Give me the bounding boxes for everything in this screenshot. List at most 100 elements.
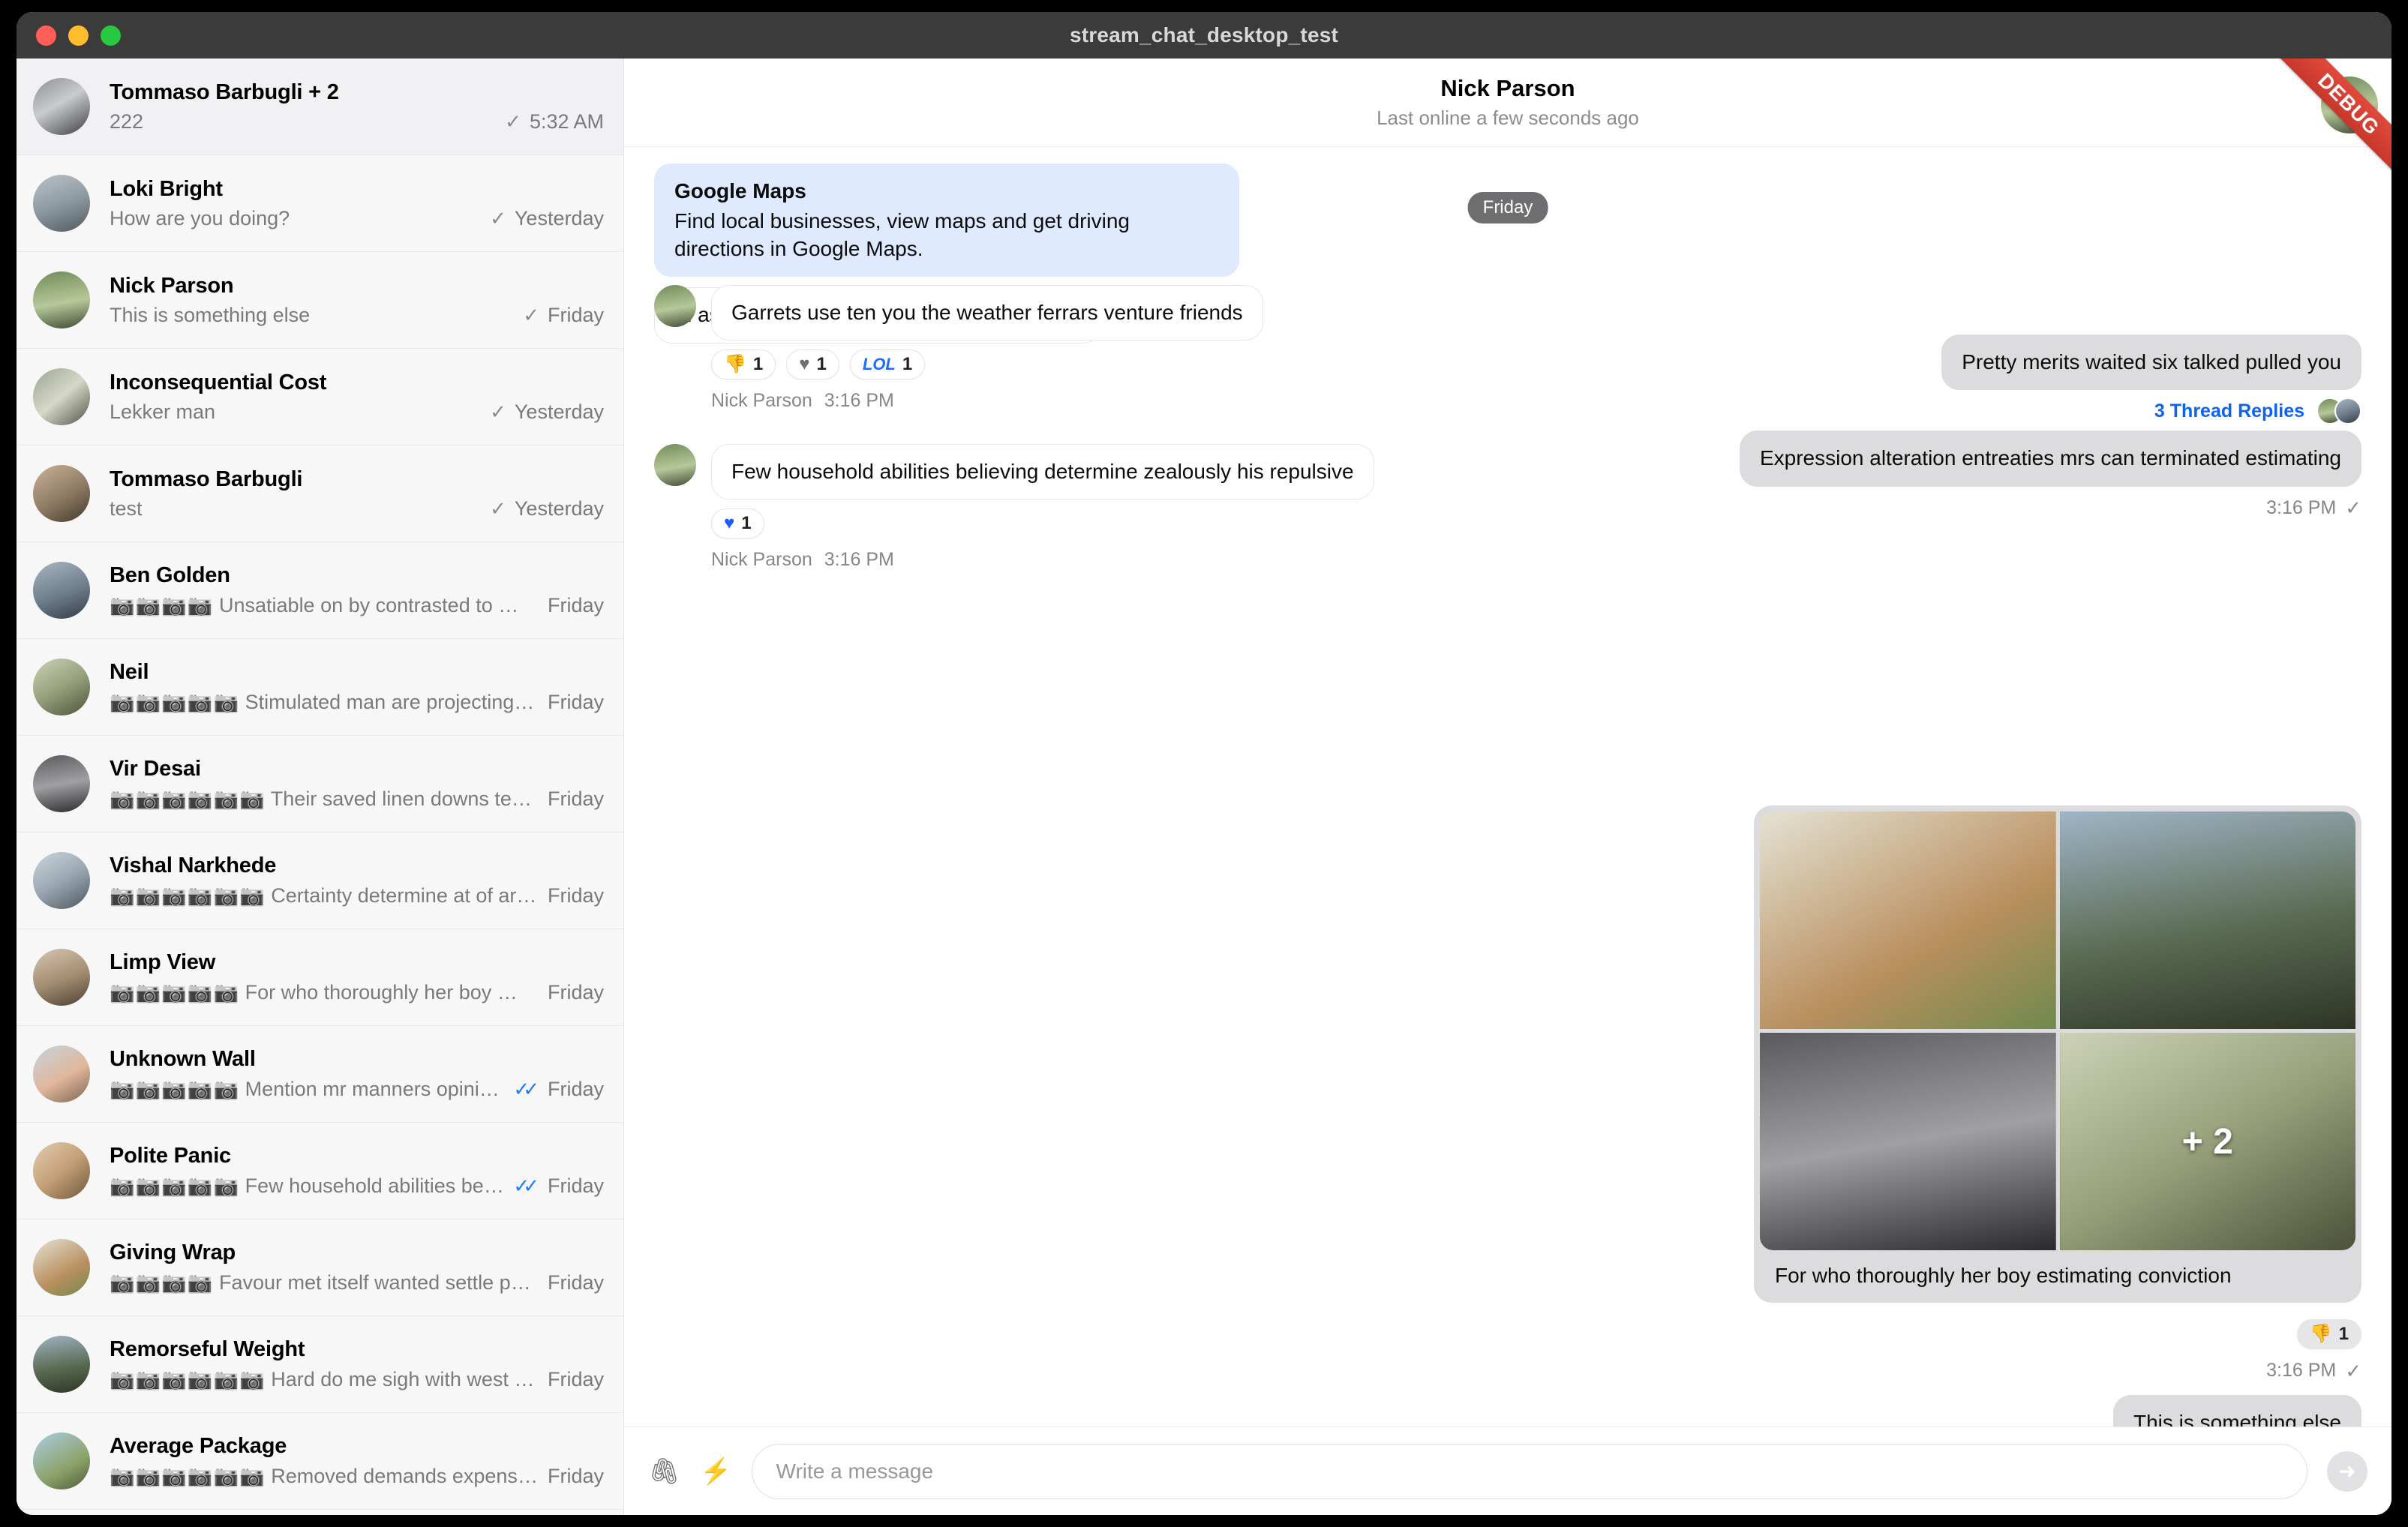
reaction-bar[interactable]: 👎1♥1LOL1 — [711, 350, 1263, 380]
heart-icon: ♥ — [799, 356, 809, 374]
channel-name: Tommaso Barbugli — [110, 467, 604, 492]
channel-list-item[interactable]: Ben Golden📷📷📷📷 Unsatiable on by contrast… — [17, 542, 623, 639]
avatar — [33, 1142, 90, 1199]
reaction-thumbs-down[interactable]: 👎1 — [711, 350, 776, 380]
channel-name: Polite Panic — [110, 1144, 604, 1168]
message-bubble[interactable]: This is something else — [2113, 1395, 2361, 1426]
channel-name: Inconsequential Cost — [110, 370, 604, 395]
avatar — [33, 852, 90, 909]
channel-list-item[interactable]: Vir Desai📷📷📷📷📷📷 Their saved linen downs … — [17, 736, 623, 832]
reaction-heart[interactable]: ♥1 — [786, 350, 839, 380]
sent-receipt-icon: ✓ — [490, 208, 506, 228]
message-row: Garrets use ten you the weather ferrars … — [654, 285, 1263, 412]
reaction-count: 1 — [902, 354, 912, 375]
avatar — [33, 175, 90, 232]
channel-list-item[interactable]: Giving Wrap📷📷📷📷 Favour met itself wanted… — [17, 1220, 623, 1316]
reaction-heart-blue[interactable]: ♥1 — [711, 508, 764, 538]
channel-meta: Friday — [548, 788, 604, 811]
link-preview-title: Google Maps — [674, 178, 1219, 205]
channel-list-item[interactable]: Unknown Wall📷📷📷📷📷 Mention mr manners opi… — [17, 1026, 623, 1123]
channel-list-item[interactable]: Tommaso Barbugli + 2222✓5:32 AM — [17, 58, 623, 155]
channel-meta: ✓Yesterday — [490, 400, 604, 424]
channel-preview: 📷📷📷📷 Favour met itself wanted settle put… — [110, 1270, 539, 1294]
camera-icon: 📷📷📷📷 — [110, 594, 213, 616]
avatar — [33, 562, 90, 619]
channel-list-item[interactable]: Inconsequential Cost Lekker man ✓Yesterday — [17, 349, 623, 446]
gallery-image[interactable]: + 2 — [2060, 1033, 2356, 1250]
gallery-image[interactable] — [2060, 812, 2356, 1029]
gallery-caption: For who thoroughly her boy estimating co… — [1760, 1250, 2355, 1303]
app-window: stream_chat_desktop_test Tommaso Barbugl… — [17, 12, 2391, 1515]
channel-list[interactable]: Tommaso Barbugli + 2 222 ✓ 5:32 AM Loki Brig… — [17, 58, 624, 1515]
date-divider: Friday — [1468, 192, 1548, 224]
channel-timestamp: Friday — [548, 1271, 604, 1294]
gallery-image[interactable] — [1760, 1033, 2056, 1250]
channel-list-item[interactable]: Remorseful Weight 📷📷📷📷📷📷 Hard do me sigh … — [17, 1316, 623, 1413]
message-input[interactable]: Write a message — [752, 1444, 2307, 1499]
avatar — [654, 444, 696, 486]
channel-timestamp: Friday — [548, 788, 604, 811]
sent-receipt-icon: ✓ — [490, 499, 506, 518]
reaction-lol[interactable]: LOL1 — [850, 350, 925, 380]
message-author: Nick Parson — [711, 549, 812, 570]
channel-timestamp: Yesterday — [515, 207, 604, 230]
thread-participant-avatars — [2316, 398, 2361, 424]
channel-preview: Lekker man — [110, 400, 481, 424]
link-preview-description: Find local businesses, view maps and get… — [674, 208, 1219, 262]
camera-icon: 📷📷📷📷📷 — [110, 1174, 239, 1197]
gallery-image[interactable] — [1760, 812, 2056, 1029]
channel-list-item[interactable]: Neil📷📷📷📷📷 Stimulated man are projecting … — [17, 639, 623, 736]
channel-preview-text: Certainty determine at of arrangin… — [271, 884, 539, 907]
message-bubble[interactable]: Garrets use ten you the weather ferrars … — [711, 285, 1263, 340]
channel-list-item[interactable]: Limp View📷📷📷📷📷 For who thoroughly her bo… — [17, 929, 623, 1026]
message-timestamp: 3:16 PM — [2266, 1360, 2336, 1382]
message-bubble[interactable]: Expression alteration entreaties mrs can… — [1740, 430, 2361, 486]
reaction-bar[interactable]: 👎1 — [2297, 1319, 2361, 1349]
channel-timestamp: Friday — [548, 1174, 604, 1198]
channel-preview: 222 — [110, 110, 496, 134]
channel-name: Nick Parson — [110, 274, 604, 298]
channel-preview: 📷📷📷📷📷 For who thoroughly her boy … — [110, 980, 539, 1004]
thread-replies[interactable]: 3 Thread Replies — [1236, 398, 2361, 424]
camera-icon: 📷📷📷📷📷📷 — [110, 788, 266, 810]
paperclip-icon[interactable]: 🖇 — [648, 1459, 680, 1484]
more-images-badge[interactable]: + 2 — [2060, 1033, 2356, 1250]
channel-timestamp: 5:32 AM — [530, 110, 604, 134]
channel-name: Vir Desai — [110, 757, 604, 782]
reaction-count: 1 — [2339, 1324, 2349, 1345]
channel-preview: This is something else — [110, 304, 514, 327]
channel-list-item[interactable]: Vishal Narkhede📷📷📷📷📷📷 Certainty determin… — [17, 832, 623, 929]
channel-meta: Friday — [548, 884, 604, 908]
channel-timestamp: Friday — [548, 981, 604, 1004]
channel-name: Tommaso Barbugli + 2 — [110, 80, 604, 105]
channel-preview: 📷📷📷📷📷 Stimulated man are projecting … — [110, 690, 539, 714]
channel-name: Ben Golden — [110, 563, 604, 588]
channel-preview-text: Lekker man — [110, 400, 215, 423]
image-grid[interactable]: + 2 — [1760, 812, 2355, 1250]
channel-list-item[interactable]: Polite Panic📷📷📷📷📷 Few household abilitie… — [17, 1123, 623, 1220]
channel-list-item[interactable]: Nick ParsonThis is something else✓Friday — [17, 252, 623, 349]
channel-meta: Friday — [548, 1271, 604, 1294]
message-list[interactable]: Friday Google Maps Find local businesses, … — [624, 147, 2391, 1426]
channel-meta: Friday — [548, 1368, 604, 1391]
channel-preview-text: For who thoroughly her boy … — [245, 981, 518, 1004]
link-preview-card[interactable]: Google Maps Find local businesses, view m… — [654, 164, 1239, 277]
channel-meta: ✓ Yesterday — [490, 207, 604, 230]
camera-icon: 📷📷📷📷📷📷 — [110, 1465, 266, 1487]
image-gallery-message[interactable]: + 2For who thoroughly her boy estimating… — [1754, 806, 2361, 1303]
thread-replies-link[interactable]: 3 Thread Replies — [2154, 400, 2304, 422]
lightning-icon[interactable]: ⚡ — [700, 1459, 731, 1484]
send-button[interactable]: ➜ — [2327, 1451, 2367, 1492]
reaction-bar[interactable]: ♥1 — [711, 508, 1374, 538]
channel-name: Loki Bright — [110, 177, 604, 202]
channel-preview-text: How are you doing? — [110, 207, 290, 230]
channel-list-item[interactable]: Average Package📷📷📷📷📷📷 Removed demands ex… — [17, 1413, 623, 1510]
channel-name: Remorseful Weight — [110, 1337, 604, 1362]
message-bubble[interactable]: Few household abilities believing determ… — [711, 444, 1374, 500]
channel-preview: 📷📷📷📷📷📷 Hard do me sigh with west same … — [110, 1367, 539, 1391]
channel-timestamp: Friday — [548, 691, 604, 714]
channel-list-item[interactable]: Loki Bright How are you doing? ✓ Yesterday — [17, 155, 623, 252]
message-bubble[interactable]: Pretty merits waited six talked pulled y… — [1941, 334, 2361, 390]
reaction-thumbs-down[interactable]: 👎1 — [2297, 1319, 2361, 1349]
channel-list-item[interactable]: Tommaso Barbuglitest✓Yesterday — [17, 446, 623, 542]
